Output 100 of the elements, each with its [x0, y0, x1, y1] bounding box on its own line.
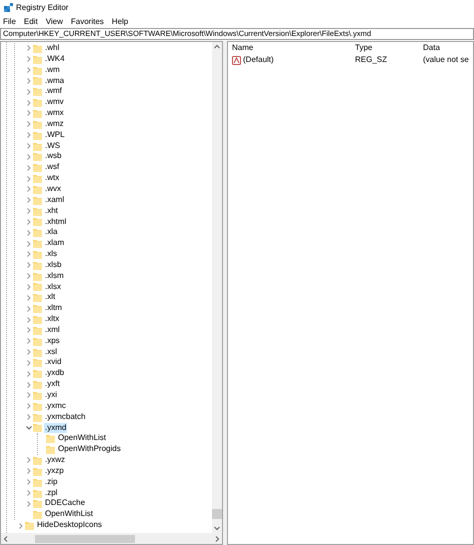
- tree-item[interactable]: .WK4: [44, 54, 66, 65]
- tree-item[interactable]: .yxi: [44, 390, 58, 401]
- tree-item[interactable]: .xht: [44, 206, 59, 216]
- folder-icon: [33, 152, 42, 162]
- folder-icon: [33, 348, 42, 357]
- folder-icon: [33, 390, 42, 400]
- column-header[interactable]: Type: [352, 42, 420, 54]
- tree-item[interactable]: .yxzp: [44, 466, 65, 477]
- tree-item[interactable]: .xlsb: [44, 260, 62, 271]
- tree-item[interactable]: OpenWithList: [57, 433, 108, 444]
- folder-icon: [33, 358, 42, 368]
- tree-item[interactable]: .yxmc: [44, 400, 67, 412]
- tree-item[interactable]: .xlam: [44, 238, 66, 250]
- tree-item[interactable]: .wm: [44, 64, 61, 76]
- menu-item[interactable]: View: [46, 16, 63, 28]
- scroll-thumb[interactable]: [35, 534, 135, 542]
- tree-item[interactable]: .xaml: [44, 194, 66, 206]
- value-data: (value not se: [422, 54, 470, 66]
- folder-icon: [25, 521, 34, 530]
- tree-item[interactable]: .wmf: [44, 86, 63, 98]
- folder-icon: [46, 445, 55, 454]
- folder-icon: [33, 98, 42, 108]
- folder-icon: [33, 326, 42, 335]
- tree-item[interactable]: .xml: [44, 324, 61, 336]
- folder-icon: [33, 130, 42, 140]
- folder-icon: [33, 478, 42, 487]
- tree-item[interactable]: .xltx: [44, 314, 60, 325]
- menu-item[interactable]: File: [3, 16, 16, 28]
- tree-item[interactable]: OpenWithProgids: [57, 444, 122, 456]
- tree-item[interactable]: .xlsm: [44, 270, 65, 282]
- tree-item[interactable]: .wsf: [44, 162, 60, 174]
- folder-icon: [33, 402, 42, 411]
- folder-icon: [33, 76, 42, 86]
- folder-icon: [33, 488, 42, 498]
- tree-item[interactable]: .yxft: [44, 379, 61, 390]
- tree-item[interactable]: .wmv: [44, 97, 65, 108]
- folder-icon: [33, 120, 42, 129]
- value-type: REG_SZ: [354, 54, 388, 66]
- tree-item[interactable]: .WPL: [44, 130, 66, 141]
- folder-icon: [33, 184, 42, 194]
- folder-icon: [33, 336, 42, 346]
- tree-item[interactable]: .whl: [44, 43, 60, 54]
- tree-item[interactable]: .wma: [44, 76, 66, 86]
- tree-item[interactable]: .yxwz: [44, 455, 66, 466]
- folder-icon: [33, 217, 42, 226]
- tree-item[interactable]: .zpl: [44, 488, 58, 498]
- folder-icon: [33, 108, 42, 118]
- window-title: Registry Editor: [16, 2, 68, 14]
- tree-item[interactable]: OpenWithList: [44, 509, 94, 520]
- tree-item[interactable]: .wtx: [44, 173, 60, 184]
- tree-item[interactable]: DDECache: [44, 498, 86, 510]
- menu-item[interactable]: Edit: [24, 16, 38, 28]
- folder-icon: [33, 250, 42, 259]
- menu-item[interactable]: Favorites: [70, 16, 104, 28]
- tree-item[interactable]: .wmx: [44, 108, 65, 119]
- tree-item[interactable]: .xlt: [44, 292, 56, 304]
- folder-icon: [33, 369, 42, 378]
- folder-icon: [33, 304, 42, 314]
- folder-icon: [33, 510, 42, 520]
- folder-icon: [46, 434, 55, 444]
- column-header[interactable]: Name: [228, 42, 352, 54]
- folder-icon: [33, 228, 42, 238]
- horizontal-scrollbar[interactable]: [1, 533, 222, 544]
- tree-item[interactable]: .wmz: [44, 118, 65, 130]
- tree-item[interactable]: .xvid: [44, 357, 62, 368]
- column-header[interactable]: Data: [420, 42, 473, 54]
- tree-item[interactable]: .yxdb: [44, 368, 66, 380]
- tree-item[interactable]: .wsb: [44, 151, 62, 162]
- tree-item[interactable]: .zip: [44, 476, 58, 488]
- folder-icon: [33, 412, 42, 422]
- chevron-icon[interactable]: [17, 522, 25, 530]
- tree-item[interactable]: .xltm: [44, 303, 63, 314]
- folder-icon: [33, 196, 42, 205]
- folder-icon: [33, 456, 42, 465]
- tree-item[interactable]: HideDesktopIcons: [36, 520, 103, 531]
- tree-item[interactable]: .WS: [44, 140, 62, 152]
- folder-icon: [33, 272, 42, 281]
- registry-app-icon: [4, 2, 14, 12]
- menu-item[interactable]: Help: [112, 16, 128, 28]
- tree-item[interactable]: .xps: [44, 336, 61, 347]
- folder-icon: [33, 293, 42, 302]
- folder-icon: [33, 282, 42, 292]
- tree-item[interactable]: .xla: [44, 227, 58, 238]
- tree-item[interactable]: .wvx: [44, 184, 62, 195]
- folder-icon: [33, 174, 42, 184]
- tree-item[interactable]: .xsl: [44, 346, 58, 358]
- tree-item[interactable]: .xls: [44, 249, 58, 260]
- tree-item[interactable]: .xlsx: [44, 282, 62, 292]
- tree-item[interactable]: .yxmd: [44, 422, 68, 434]
- tree-item[interactable]: .yxmcbatch: [44, 412, 86, 423]
- folder-icon: [33, 87, 42, 96]
- folder-icon: [33, 466, 42, 476]
- tree-item[interactable]: .xhtml: [44, 216, 68, 228]
- string-value-icon: [232, 56, 241, 64]
- scroll-thumb[interactable]: [212, 509, 222, 519]
- folder-icon: [33, 380, 42, 390]
- folder-icon: [33, 239, 42, 248]
- vertical-scrollbar[interactable]: [212, 42, 222, 533]
- folder-icon: [33, 206, 42, 216]
- value-name[interactable]: (Default): [243, 54, 274, 66]
